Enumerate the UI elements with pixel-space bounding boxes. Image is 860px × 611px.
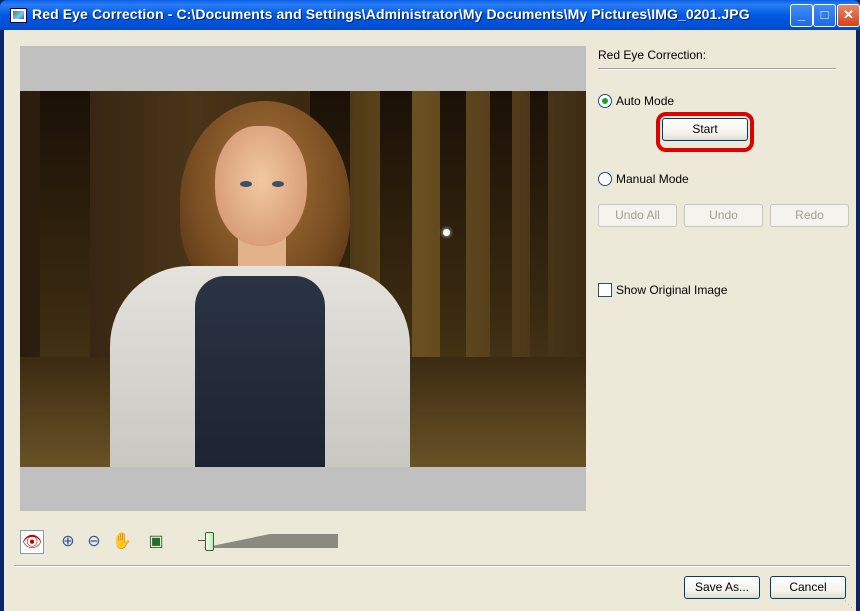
red-eye-tool-button[interactable]: 👁 — [20, 530, 44, 554]
photo-preview[interactable] — [20, 91, 586, 467]
app-icon — [10, 8, 27, 23]
maximize-button[interactable]: □ — [813, 4, 836, 27]
close-icon: ✕ — [843, 7, 854, 22]
auto-mode-radio[interactable] — [598, 94, 612, 108]
subject-face — [215, 126, 307, 246]
manual-mode-radio[interactable] — [598, 172, 612, 186]
background-light — [443, 229, 450, 236]
hand-icon: ✋ — [112, 533, 132, 550]
start-button[interactable]: Start — [662, 118, 748, 141]
footer-divider — [14, 565, 850, 567]
section-label: Red Eye Correction: — [598, 48, 707, 62]
auto-mode-label[interactable]: Auto Mode — [616, 94, 674, 108]
subject-left-eye — [240, 181, 252, 187]
dialog-client-area: 👁 ⊕ ⊖ ✋ ▣ Red Eye Correction: Auto Mode … — [4, 30, 856, 611]
manual-mode-label[interactable]: Manual Mode — [616, 172, 689, 186]
zoom-in-icon: ⊕ — [61, 533, 75, 550]
window-title: Red Eye Correction - C:\Documents and Se… — [32, 6, 750, 22]
minimize-button[interactable]: _ — [790, 4, 813, 27]
cancel-button[interactable]: Cancel — [770, 576, 846, 599]
eye-icon: 👁 — [21, 534, 43, 551]
title-bar[interactable]: Red Eye Correction - C:\Documents and Se… — [0, 0, 860, 30]
close-button[interactable]: ✕ — [837, 4, 860, 27]
minimize-icon: _ — [797, 7, 806, 22]
undo-button[interactable]: Undo — [684, 204, 763, 227]
zoom-out-button[interactable]: ⊖ — [82, 530, 106, 554]
fit-to-window-button[interactable]: ▣ — [144, 530, 168, 554]
resize-grip-icon[interactable]: ⋱ — [844, 599, 854, 609]
red-eye-correction-window: Red Eye Correction - C:\Documents and Se… — [0, 0, 860, 611]
zoom-slider-track — [202, 534, 338, 548]
image-preview-panel[interactable] — [20, 46, 586, 511]
zoom-out-icon: ⊖ — [87, 533, 101, 550]
section-divider — [598, 68, 836, 70]
show-original-checkbox[interactable] — [598, 283, 612, 297]
zoom-in-button[interactable]: ⊕ — [56, 530, 80, 554]
save-as-button[interactable]: Save As... — [684, 576, 760, 599]
zoom-slider[interactable] — [198, 532, 338, 552]
redo-button[interactable]: Redo — [770, 204, 849, 227]
fit-to-window-icon: ▣ — [148, 533, 164, 550]
subject-right-eye — [272, 181, 284, 187]
subject-top — [195, 276, 325, 467]
maximize-icon: □ — [820, 7, 829, 22]
show-original-label[interactable]: Show Original Image — [616, 283, 727, 297]
pan-button[interactable]: ✋ — [110, 530, 134, 554]
undo-all-button[interactable]: Undo All — [598, 204, 677, 227]
zoom-slider-thumb[interactable] — [205, 532, 214, 551]
